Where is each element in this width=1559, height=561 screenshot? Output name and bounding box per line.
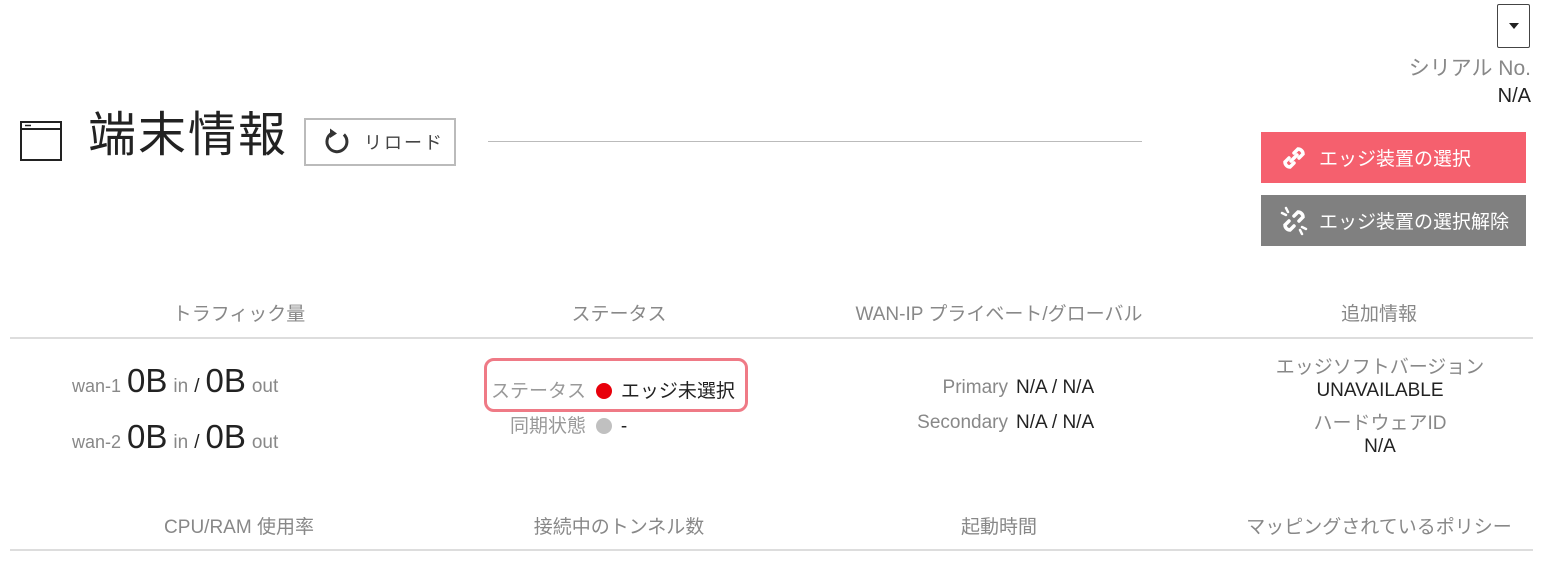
primary-value: N/A / N/A — [1016, 377, 1095, 398]
page-title: 端末情報 — [88, 109, 289, 162]
header-traffic: トラフィック量 — [172, 304, 306, 325]
select-edge-label: エッジ装置の選択 — [1319, 149, 1472, 170]
traffic-in-value: 0B — [127, 418, 168, 455]
edge-soft-value: UNAVAILABLE — [1316, 380, 1444, 401]
device-dropdown-button[interactable] — [1497, 4, 1530, 48]
edge-soft-label: エッジソフトバージョン — [1275, 357, 1485, 378]
traffic-out-value: 0B — [205, 362, 246, 399]
section1-divider — [10, 337, 1533, 339]
sync-label: 同期状態 — [510, 416, 587, 437]
primary-label: Primary — [942, 377, 1008, 398]
sync-row: 同期状態 - — [510, 411, 627, 438]
wan-label: wan-1 — [72, 376, 122, 396]
serial-label: シリアル No. — [1408, 57, 1531, 80]
traffic-out-unit: out — [251, 376, 279, 397]
header-tunnels: 接続中のトンネル数 — [533, 517, 705, 538]
header-policies: マッピングされているポリシー — [1246, 517, 1512, 538]
sync-value: - — [620, 416, 628, 437]
reload-icon — [325, 128, 349, 154]
traffic-slash: / — [194, 376, 200, 397]
traffic-row-wan2: wan-2 0B in / 0B out — [72, 418, 278, 456]
secondary-label: Secondary — [917, 412, 1008, 433]
traffic-in-value: 0B — [127, 362, 168, 399]
status-dot-icon — [596, 383, 613, 399]
header-wan-ip: WAN-IP プライベート/グローバル — [855, 304, 1143, 325]
header-cpu-ram: CPU/RAM 使用率 — [164, 517, 314, 538]
traffic-out-value: 0B — [205, 418, 246, 455]
section2-divider — [10, 549, 1533, 551]
hardware-id-label: ハードウェアID — [1313, 413, 1447, 434]
link-icon — [1283, 146, 1305, 169]
traffic-out-unit: out — [251, 432, 279, 453]
header-uptime: 起動時間 — [960, 517, 1037, 538]
reload-button[interactable]: リロード — [304, 118, 456, 166]
caret-down-icon — [1508, 23, 1519, 29]
traffic-in-unit: in — [173, 432, 189, 453]
traffic-row-wan1: wan-1 0B in / 0B out — [72, 362, 278, 400]
status-label: ステータス — [491, 381, 587, 402]
reload-label: リロード — [364, 133, 444, 153]
unlink-icon — [1280, 206, 1308, 235]
select-edge-button[interactable]: エッジ装置の選択 — [1261, 132, 1526, 183]
wan-label: wan-2 — [72, 432, 122, 452]
window-icon — [20, 121, 62, 161]
status-value: エッジ未選択 — [620, 381, 735, 402]
secondary-value: N/A / N/A — [1016, 412, 1095, 433]
hardware-id-value: N/A — [1364, 436, 1396, 457]
header-extra-info: 追加情報 — [1340, 304, 1417, 325]
unselect-edge-button[interactable]: エッジ装置の選択解除 — [1261, 195, 1526, 246]
unselect-edge-label: エッジ装置の選択解除 — [1319, 212, 1510, 233]
traffic-in-unit: in — [173, 376, 189, 397]
traffic-slash: / — [194, 432, 200, 453]
header-status: ステータス — [571, 304, 667, 325]
title-divider — [488, 141, 1142, 142]
sync-dot-icon — [596, 418, 613, 434]
serial-value: N/A — [1497, 85, 1531, 107]
status-row: ステータス エッジ未選択 — [491, 376, 735, 403]
